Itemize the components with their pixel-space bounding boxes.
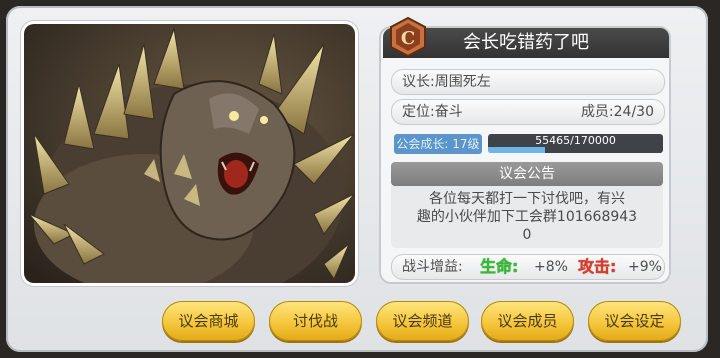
notice-line: 趣的小伙伴加下工会群101668943 xyxy=(416,209,638,225)
atk-buff-value: +9% xyxy=(628,259,662,275)
notice-line: 0 xyxy=(522,227,532,243)
notice-title: 议会公告 xyxy=(391,162,663,186)
guild-growth-bar: 55465/170000 xyxy=(488,134,663,153)
guild-channel-button[interactable]: 议会频道 xyxy=(376,301,469,341)
crusade-button[interactable]: 讨伐战 xyxy=(269,301,362,341)
leader-label: 议长:周围死左 xyxy=(402,74,491,90)
battle-buffs-row: 战斗增益: 生命: +8% 攻击: +9% xyxy=(391,254,665,280)
guild-rank-badge-icon: C xyxy=(390,16,426,58)
guild-members-button[interactable]: 议会成员 xyxy=(481,301,574,341)
battle-buff-label: 战斗增益: xyxy=(402,259,463,275)
notice-body: 各位每天都打一下讨伐吧，有兴 趣的小伙伴加下工会群101668943 0 xyxy=(391,186,663,248)
rank-letter: C xyxy=(401,28,415,49)
guild-settings-button[interactable]: 议会设定 xyxy=(588,301,681,341)
guild-banner-art xyxy=(24,24,355,283)
role-row: 定位:奋斗 成员:24/30 xyxy=(391,99,665,125)
role-label: 定位:奋斗 xyxy=(402,104,463,120)
notice-line: 各位每天都打一下讨伐吧，有兴 xyxy=(429,191,625,207)
hp-buff-label: 生命: xyxy=(480,257,519,276)
dragon-artwork xyxy=(24,24,355,283)
atk-buff-label: 攻击: xyxy=(578,257,617,276)
guild-growth-level: 公会成长: 17级 xyxy=(394,134,482,154)
guild-shop-button[interactable]: 议会商城 xyxy=(162,301,255,341)
hp-buff-value: +8% xyxy=(534,259,568,275)
leader-row: 议长:周围死左 xyxy=(391,69,665,95)
guild-growth-value: 55465/170000 xyxy=(535,134,616,147)
guild-growth-fill xyxy=(488,147,546,153)
member-count: 成员:24/30 xyxy=(580,104,654,120)
